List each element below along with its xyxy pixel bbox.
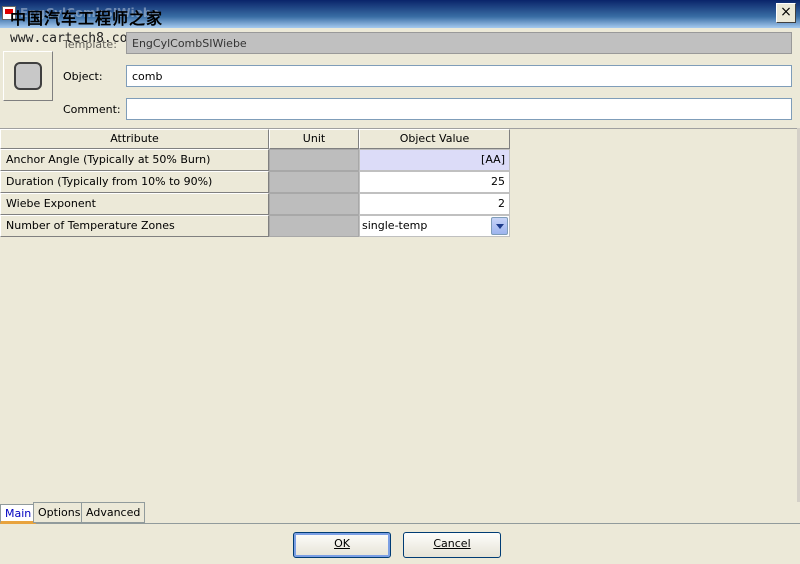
- column-header-unit: Unit: [269, 129, 359, 149]
- unit-cell: [269, 171, 359, 193]
- object-icon-button[interactable]: [3, 51, 53, 101]
- unit-cell: [269, 215, 359, 237]
- temperature-zones-select[interactable]: single-temp: [359, 215, 510, 237]
- unit-cell: [269, 149, 359, 171]
- chevron-down-icon[interactable]: [491, 217, 508, 235]
- close-button[interactable]: ×: [776, 3, 796, 23]
- ok-button-label: OK: [334, 537, 350, 550]
- anchor-angle-value[interactable]: [AA]: [359, 149, 510, 171]
- comment-label: Comment:: [63, 103, 121, 116]
- attribute-cell: Number of Temperature Zones: [0, 215, 269, 237]
- component-icon: [14, 62, 42, 90]
- ok-button[interactable]: OK: [293, 532, 391, 558]
- watermark-text: 中国汽车工程师之家: [10, 9, 164, 28]
- attribute-cell: Duration (Typically from 10% to 90%): [0, 171, 269, 193]
- template-label: Template:: [63, 38, 117, 51]
- tab-main[interactable]: Main: [0, 504, 37, 524]
- object-label: Object:: [63, 70, 103, 83]
- tab-advanced[interactable]: Advanced: [81, 502, 146, 523]
- duration-value[interactable]: 25: [359, 171, 510, 193]
- tab-options[interactable]: Options: [33, 502, 86, 523]
- object-field[interactable]: comb: [126, 65, 792, 87]
- unit-cell: [269, 193, 359, 215]
- temperature-zones-selected: single-temp: [362, 219, 428, 232]
- template-field: EngCylCombSIWiebe: [126, 32, 792, 54]
- cancel-button-label: Cancel: [433, 537, 471, 550]
- attribute-cell: Wiebe Exponent: [0, 193, 269, 215]
- attribute-cell: Anchor Angle (Typically at 50% Burn): [0, 149, 269, 171]
- wiebe-exponent-value[interactable]: 2: [359, 193, 510, 215]
- tab-strip-line: [0, 523, 800, 524]
- comment-field[interactable]: [126, 98, 792, 120]
- column-header-object-value: Object Value: [359, 129, 510, 149]
- cancel-button[interactable]: Cancel: [403, 532, 501, 558]
- column-header-attribute: Attribute: [0, 129, 269, 149]
